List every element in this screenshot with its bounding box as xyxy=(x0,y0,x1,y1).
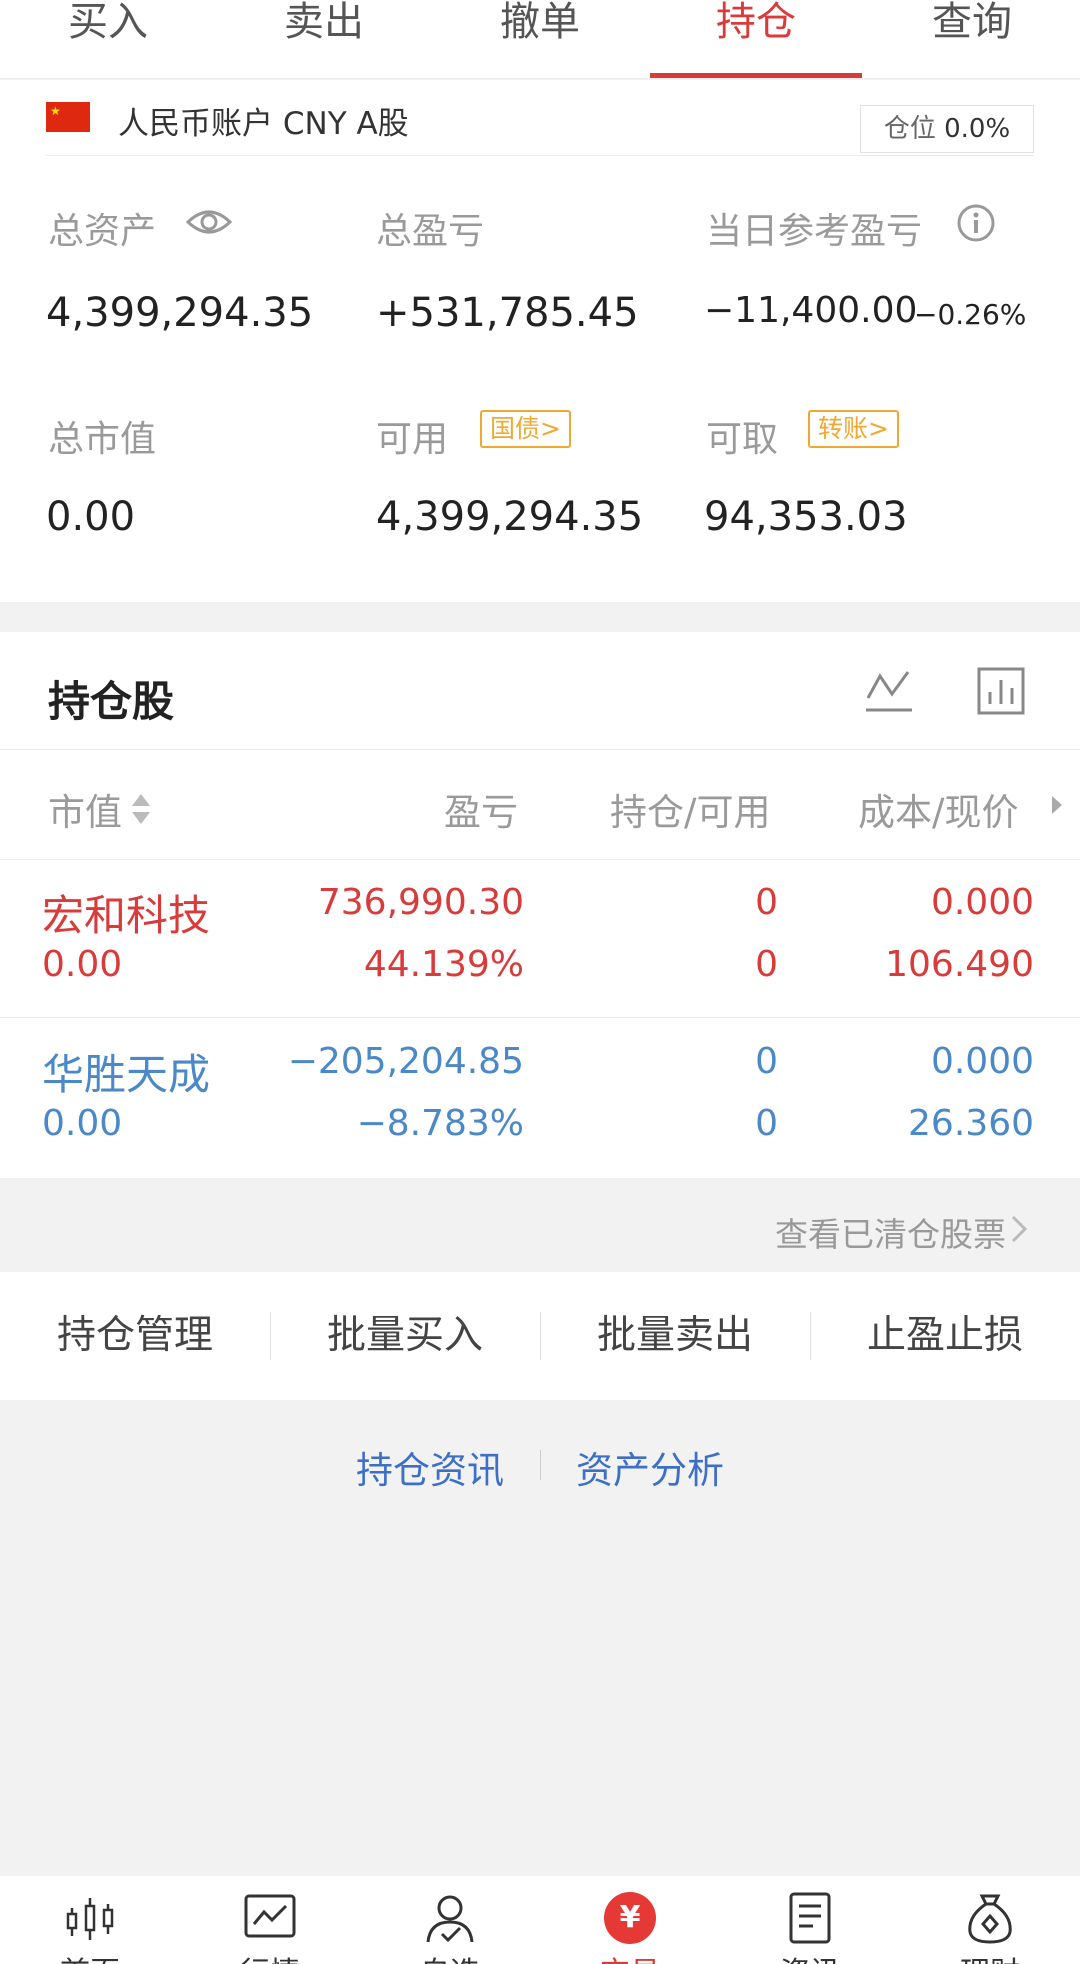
money-bag-icon xyxy=(968,1894,1012,1944)
total-pnl-value: +531,785.45 xyxy=(376,290,639,336)
bottom-links: 持仓资讯 资产分析 xyxy=(0,1440,1080,1510)
market-value: 0.00 xyxy=(46,494,136,540)
today-pnl-label: 当日参考盈亏 xyxy=(706,211,923,252)
col-cost-price: 成本/现价 xyxy=(858,791,1019,834)
nav-trade[interactable]: ¥ 交易 xyxy=(540,1876,720,1964)
asset-analysis-link[interactable]: 资产分析 xyxy=(540,1440,760,1494)
tab-sell[interactable]: 卖出 xyxy=(216,0,432,78)
cleared-stocks-row[interactable]: 查看已清仓股票 xyxy=(0,1178,1080,1272)
stock-market-value: 0.00 xyxy=(42,944,123,985)
cleared-stocks-link[interactable]: 查看已清仓股票 xyxy=(775,1208,1006,1256)
batch-buy-button[interactable]: 批量买入 xyxy=(270,1272,540,1400)
stock-position: 0 xyxy=(755,882,778,923)
candlestick-icon xyxy=(66,1898,114,1940)
tab-query[interactable]: 查询 xyxy=(864,0,1080,78)
stock-available: 0 xyxy=(755,944,778,985)
market-value-label: 总市值 xyxy=(48,419,157,460)
nav-label: 理财 xyxy=(900,1948,1080,1964)
nav-market[interactable]: 行情 xyxy=(180,1876,360,1964)
sort-icon[interactable] xyxy=(130,792,152,826)
withdrawable-value: 94,353.03 xyxy=(704,494,908,540)
nav-label: 行情 xyxy=(180,1948,360,1964)
tab-buy[interactable]: 买入 xyxy=(0,0,216,78)
china-flag-icon: ★ xyxy=(46,102,90,132)
stock-cost: 0.000 xyxy=(930,1041,1034,1082)
available-label: 可用 xyxy=(376,419,449,460)
position-ratio: 仓位 0.0% xyxy=(860,105,1034,153)
holdings-column-header: 市值 盈亏 持仓/可用 成本/现价 xyxy=(0,750,1080,860)
holdings-title: 持仓股 xyxy=(48,677,175,726)
account-row[interactable]: ★ 人民币账户 CNY A股 仓位 0.0% xyxy=(46,80,1034,156)
stock-pnl: −205,204.85 xyxy=(287,1041,524,1082)
eye-icon[interactable] xyxy=(186,204,232,240)
today-pnl-value: −11,400.00 xyxy=(704,290,918,331)
stock-name: 宏和科技 xyxy=(42,891,211,940)
take-profit-stop-loss-button[interactable]: 止盈止损 xyxy=(810,1272,1080,1400)
user-check-icon xyxy=(426,1895,474,1943)
caret-right-icon[interactable] xyxy=(1050,794,1064,816)
treasury-bond-tag[interactable]: 国债> xyxy=(480,410,571,448)
account-name: 人民币账户 CNY A股 xyxy=(118,106,409,142)
total-assets-label: 总资产 xyxy=(48,211,157,252)
stock-cost: 0.000 xyxy=(930,882,1034,923)
holdings-section: 持仓股 市值 盈亏 持仓/可用 成本/现价 宏和科技 0.00 736,990.… xyxy=(0,632,1080,1178)
withdrawable-label: 可取 xyxy=(706,419,779,460)
position-label: 仓位 xyxy=(883,114,936,144)
nav-label: 交易 xyxy=(540,1948,720,1964)
col-market-value[interactable]: 市值 xyxy=(48,782,122,836)
chevron-right-icon xyxy=(1011,1215,1028,1243)
nav-watchlist[interactable]: 自选 xyxy=(360,1876,540,1964)
holding-row[interactable]: 华胜天成 0.00 −205,204.85 −8.783% 0 0 0.000 … xyxy=(0,1019,1080,1177)
transfer-tag[interactable]: 转账> xyxy=(808,410,899,448)
stock-price: 26.360 xyxy=(908,1103,1034,1144)
nav-wealth[interactable]: 理财 xyxy=(900,1876,1080,1964)
nav-label: 资讯 xyxy=(720,1948,900,1964)
batch-sell-button[interactable]: 批量卖出 xyxy=(540,1272,810,1400)
holding-news-link[interactable]: 持仓资讯 xyxy=(320,1440,540,1494)
nav-home[interactable]: 首页 xyxy=(0,1876,180,1964)
stock-available: 0 xyxy=(755,1103,778,1144)
total-pnl-label: 总盈亏 xyxy=(376,211,485,252)
nav-label: 自选 xyxy=(360,1948,540,1964)
yuan-icon: ¥ xyxy=(604,1892,656,1944)
top-tabs: 买入 卖出 撤单 持仓 查询 xyxy=(0,0,1080,79)
document-icon xyxy=(789,1892,831,1944)
market-chart-icon xyxy=(244,1894,296,1938)
holding-actions: 持仓管理 批量买入 批量卖出 止盈止损 xyxy=(0,1272,1080,1400)
holding-row[interactable]: 宏和科技 0.00 736,990.30 44.139% 0 0 0.000 1… xyxy=(0,860,1080,1018)
nav-label: 首页 xyxy=(0,1948,180,1964)
stock-position: 0 xyxy=(755,1041,778,1082)
info-icon[interactable] xyxy=(956,203,996,243)
available-value: 4,399,294.35 xyxy=(376,494,644,540)
stock-market-value: 0.00 xyxy=(42,1103,123,1144)
stock-pnl: 736,990.30 xyxy=(317,882,524,923)
stock-pnl-percent: −8.783% xyxy=(356,1103,524,1144)
nav-news[interactable]: 资讯 xyxy=(720,1876,900,1964)
trend-chart-icon[interactable] xyxy=(864,666,914,716)
stock-price: 106.490 xyxy=(885,944,1034,985)
total-assets-value: 4,399,294.35 xyxy=(46,290,314,336)
tab-cancel-order[interactable]: 撤单 xyxy=(432,0,648,78)
position-management-button[interactable]: 持仓管理 xyxy=(0,1272,270,1400)
stock-pnl-percent: 44.139% xyxy=(363,944,524,985)
holdings-header: 持仓股 xyxy=(0,632,1080,750)
bar-chart-icon[interactable] xyxy=(976,666,1026,716)
stock-name: 华胜天成 xyxy=(42,1050,211,1099)
today-pnl-percent: −0.26% xyxy=(914,298,1027,331)
bottom-nav: 首页 行情 自选 ¥ 交易 资讯 理财 xyxy=(0,1876,1080,1964)
tab-holdings[interactable]: 持仓 xyxy=(648,0,864,78)
account-summary: ★ 人民币账户 CNY A股 仓位 0.0% 总资产 总盈亏 当日参考盈亏 4,… xyxy=(0,80,1080,602)
position-value: 0.0% xyxy=(944,114,1011,144)
col-position-available: 持仓/可用 xyxy=(610,791,771,834)
col-pnl: 盈亏 xyxy=(444,791,518,834)
